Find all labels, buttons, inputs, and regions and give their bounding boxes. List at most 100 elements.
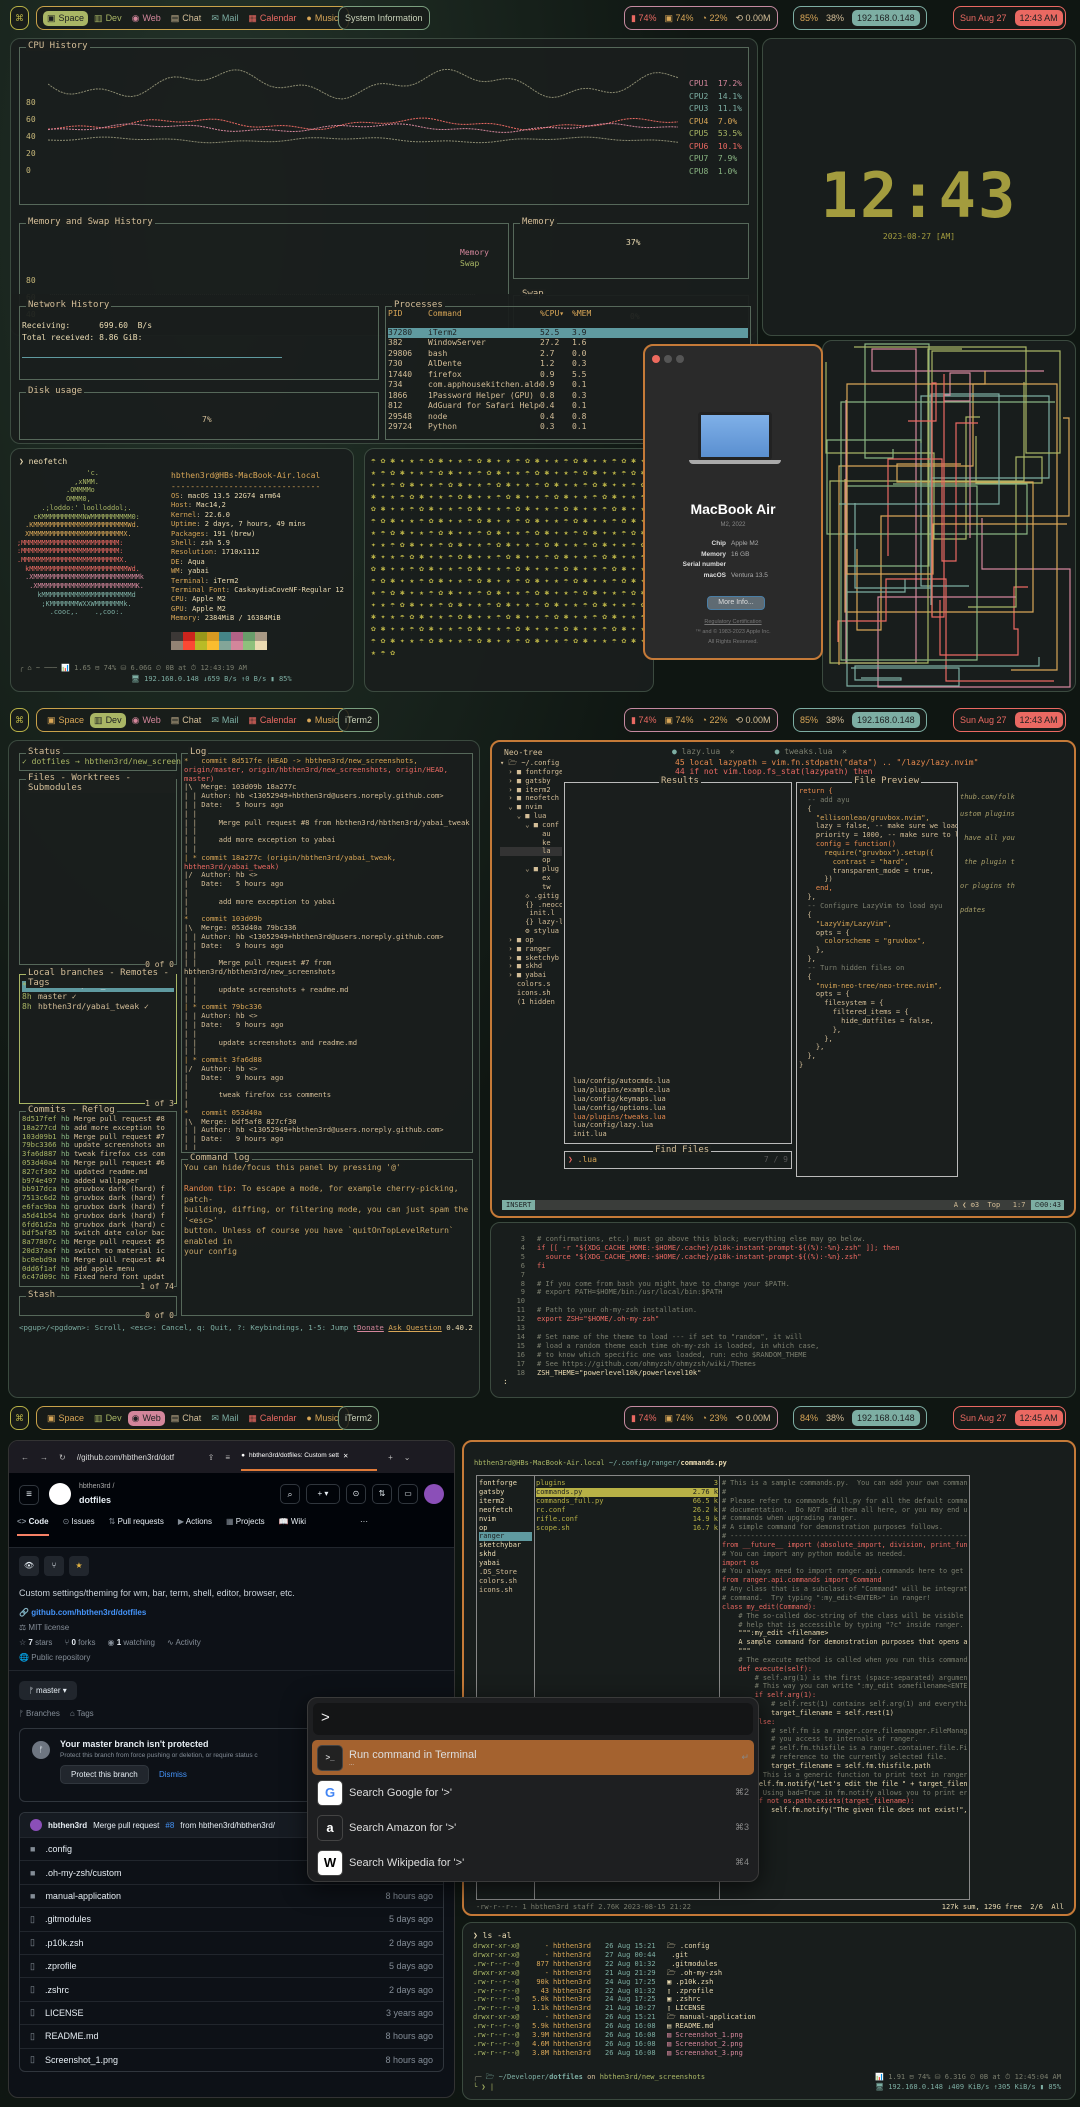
workspace-mail[interactable]: ✉ Mail <box>207 713 242 728</box>
about-this-mac-dialog[interactable]: MacBook Air M2, 2022 Chip Apple M2 Memory 1… <box>643 344 823 660</box>
time-display[interactable]: 12:43 AM <box>1014 712 1063 728</box>
inbox-icon[interactable]: ▭ <box>398 1484 418 1504</box>
commit-item[interactable]: a5d41b54 hb gruvbox dark (hard) f <box>22 1212 174 1221</box>
tree-item[interactable]: › ■ ranger <box>500 945 562 954</box>
command-launcher[interactable]: > >_ Run command in Terminal... ↵ G Search G… <box>307 1697 759 1882</box>
dir-item[interactable]: yabai <box>479 1559 532 1568</box>
tree-item[interactable]: ▾ 🗁 ~/.config <box>500 759 562 768</box>
result-item[interactable]: lua/config/keymaps.lua <box>573 1095 670 1104</box>
more-info-button[interactable]: More Info... <box>707 596 765 610</box>
neovim-window[interactable]: Neo-tree ▾ 🗁 ~/.config › ■ fontforge › ■… <box>490 740 1076 1218</box>
result-item[interactable]: lua/config/options.lua <box>573 1104 670 1113</box>
minimize-button[interactable] <box>664 355 672 363</box>
tree-item[interactable]: op <box>500 856 562 865</box>
workspace-chat[interactable]: ▤ Chat <box>167 713 206 728</box>
tree-item[interactable]: ⌄ ■ plug <box>500 865 562 874</box>
tree-item[interactable]: ⌄ ■ nvim <box>500 803 562 812</box>
workspace-web[interactable]: ◉ Web <box>128 11 165 26</box>
lazygit-window[interactable]: Status ✓ dotfiles → hbthen3rd/new_screen … <box>8 740 480 1398</box>
commit-item[interactable]: 3fa6d887 hb tweak firefox css com <box>22 1150 174 1159</box>
workspace-chat[interactable]: ▤ Chat <box>167 1411 206 1426</box>
status-panel[interactable]: Status ✓ dotfiles → hbthen3rd/new_screen <box>19 747 181 771</box>
apple-menu-button[interactable]: ⌘ <box>10 6 29 30</box>
dir-item[interactable]: skhd <box>479 1550 532 1559</box>
tree-item[interactable]: › ■ skhd <box>500 962 562 971</box>
star-button[interactable]: ★ <box>69 1556 89 1576</box>
file-item[interactable]: plugins 3 <box>536 1479 718 1488</box>
date-display[interactable]: Sun Aug 27 <box>960 1413 1007 1423</box>
commit-item[interactable]: b974e497 hb added wallpaper <box>22 1177 174 1186</box>
tree-item[interactable]: ⚙ stylua <box>500 927 562 936</box>
activity-link[interactable]: ∿ Activity <box>167 1638 201 1647</box>
dismiss-link[interactable]: Dismiss <box>159 1770 187 1779</box>
github-logo-icon[interactable] <box>49 1483 71 1505</box>
commit-item[interactable]: 20d37aaf hb switch to material ic <box>22 1247 174 1256</box>
tab-list-icon[interactable]: ⌄ <box>404 1453 411 1462</box>
tree-item[interactable]: init.l <box>500 909 562 918</box>
volume-indicator[interactable]: 38% <box>826 1413 844 1423</box>
issues-icon[interactable]: ⊙ <box>346 1484 366 1504</box>
dir-item[interactable]: colors.sh <box>479 1577 532 1586</box>
time-display[interactable]: 12:43 AM <box>1014 10 1063 26</box>
ask-question-link[interactable]: Ask Question <box>388 1323 441 1332</box>
forks-link[interactable]: ⑂ 0 forks <box>64 1638 95 1647</box>
active-tab[interactable]: ● hbthen3rd/dotfiles: Custom sett ✕ <box>241 1443 378 1471</box>
pr-link[interactable]: #8 <box>165 1821 174 1830</box>
telescope-results[interactable]: Results lua/config/autocmds.lua lua/plugi… <box>564 776 792 1144</box>
commit-item[interactable]: bc0ebd9a hb Merge pull request #4 <box>22 1256 174 1265</box>
more-icon[interactable]: ··· <box>360 1517 368 1536</box>
close-button[interactable] <box>652 355 660 363</box>
terminal-window[interactable]: ❯ ls -al drwxr-xr-x@ - hbthen3rd 26 Aug 15:… <box>462 1922 1076 2100</box>
tree-item[interactable]: › ■ iterm2 <box>500 786 562 795</box>
file-row[interactable]: ▯ .zshrc 2 days ago <box>20 1977 443 2000</box>
commit-item[interactable]: 7513c6d2 hb gruvbox dark (hard) f <box>22 1194 174 1203</box>
dir-item[interactable]: op <box>479 1524 532 1533</box>
result-item[interactable]: lua/plugins/tweaks.lua <box>573 1113 670 1122</box>
commit-item[interactable]: 6fd61d2a hb gruvbox dark (hard) c <box>22 1221 174 1230</box>
back-icon[interactable]: ← <box>21 1453 29 1462</box>
donate-link[interactable]: Donate <box>357 1323 384 1332</box>
tab-pull-requests[interactable]: ⇅ Pull requests <box>109 1517 164 1536</box>
matrix-terminal[interactable]: ☂ ✿ ✱ ✦ ★ ☂ ✿ ✱ ✦ ★ ☂ ✿ ✱ ✦ ★ ☂ ✿ ✱ ✦ ★ … <box>364 448 654 692</box>
file-item[interactable]: commands.py 2.76 k <box>536 1487 718 1497</box>
workspace-space[interactable]: ▣ Space <box>43 1411 88 1426</box>
result-item[interactable]: init.lua <box>573 1130 670 1139</box>
dir-item[interactable]: gatsby <box>479 1488 532 1497</box>
workspace-web[interactable]: ◉ Web <box>128 713 165 728</box>
commit-author[interactable]: hbthen3rd <box>48 1821 87 1830</box>
file-tree[interactable]: ▾ 🗁 ~/.config › ■ fontforge › ■ gatsby ›… <box>500 759 562 1007</box>
workspace-space[interactable]: ▣ Space <box>43 713 88 728</box>
dir-item[interactable]: iterm2 <box>479 1497 532 1506</box>
wifi-ip[interactable]: 192.168.0.148 <box>852 1410 920 1426</box>
result-item[interactable]: lua/config/lazy.lua <box>573 1121 670 1130</box>
tree-item[interactable]: la <box>500 847 562 857</box>
commit-item[interactable]: 18a277cd hb add more exception to <box>22 1124 174 1133</box>
workspace-dev[interactable]: ▥ Dev <box>90 1411 126 1426</box>
commit-item[interactable]: 8d517fef hb Merge pull request #8 <box>22 1115 174 1124</box>
workspace-dev[interactable]: ▥ Dev <box>90 712 126 728</box>
workspace-chat[interactable]: ▤ Chat <box>167 11 206 26</box>
commit-item[interactable]: bdf5af85 hb switch date color bac <box>22 1229 174 1238</box>
protect-branch-button[interactable]: Protect this branch <box>60 1765 149 1784</box>
workspace-space[interactable]: ▣ Space <box>43 10 89 26</box>
tree-item[interactable]: tw <box>500 883 562 892</box>
tree-item[interactable]: ex <box>500 874 562 883</box>
workspace-dev[interactable]: ▥ Dev <box>90 11 126 26</box>
file-row[interactable]: ■ manual-application 8 hours ago <box>20 1883 443 1907</box>
tree-item[interactable]: › ■ sketchyb <box>500 954 562 963</box>
share-icon[interactable]: ⇪ <box>208 1453 215 1462</box>
file-row[interactable]: ▯ README.md 8 hours ago <box>20 2024 443 2047</box>
forward-icon[interactable]: → <box>40 1453 48 1462</box>
commits-panel[interactable]: Commits - Reflog 8d517fef hb Merge pull … <box>19 1105 177 1292</box>
tree-item[interactable]: › ■ neofetch <box>500 794 562 803</box>
launcher-item[interactable]: a Search Amazon for '>' ⌘3 <box>312 1810 754 1845</box>
file-row[interactable]: ▯ Screenshot_1.png 8 hours ago <box>20 2047 443 2071</box>
tab-tweaks-lua[interactable]: ● tweaks.lua ✕ <box>775 747 847 758</box>
branches-panel[interactable]: Local branches - Remotes - Tags *hbthen3… <box>19 968 177 1109</box>
pull-requests-icon[interactable]: ⇅ <box>372 1484 392 1504</box>
workspace-music[interactable]: ● Music <box>302 11 342 25</box>
file-item[interactable]: commands_full.py 66.5 k <box>536 1497 718 1506</box>
tree-item[interactable]: icons.sh <box>500 989 562 998</box>
commit-item[interactable]: 053d40a4 hb Merge pull request #6 <box>22 1159 174 1168</box>
cursor[interactable]: ╰ ❯ | <box>473 2082 494 2093</box>
